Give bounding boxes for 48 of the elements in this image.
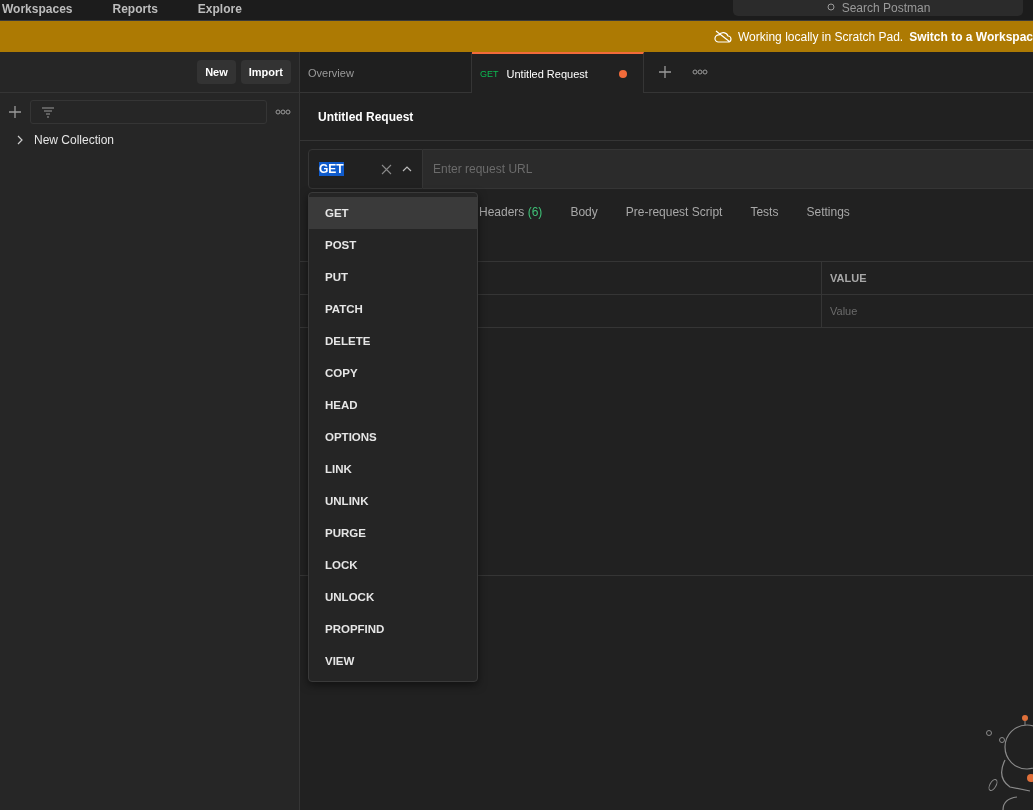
menu-item[interactable]: PROPFIND	[309, 613, 477, 645]
header-button[interactable]: New	[197, 60, 236, 84]
cloud-off-icon	[714, 30, 732, 43]
count-label: (6)	[527, 205, 543, 219]
section-tab[interactable]: Tests	[750, 205, 779, 237]
filter-icon	[41, 106, 55, 118]
request-title: Untitled Request	[318, 109, 414, 124]
method-select[interactable]: GET	[308, 149, 423, 189]
menu-item[interactable]: GET	[309, 197, 477, 229]
menu-item[interactable]: POST	[309, 229, 477, 261]
section-tab[interactable]: Pre-request Script	[625, 205, 723, 237]
section-tab[interactable]: Body	[570, 205, 598, 237]
add-icon[interactable]	[658, 65, 672, 79]
menu-item[interactable]: HEAD	[309, 389, 477, 421]
menu-item[interactable]: VIEW	[309, 645, 477, 677]
column-header: VALUE	[830, 272, 867, 284]
menu-item[interactable]: OPTIONS	[309, 421, 477, 453]
url-field[interactable]: Enter request URL	[423, 149, 1033, 189]
method-label: GET	[480, 68, 499, 79]
nav-link[interactable]: Workspaces	[2, 2, 73, 16]
section-tab[interactable]: Settings	[806, 205, 850, 237]
menu-item[interactable]: UNLOCK	[309, 581, 477, 613]
tab-label: Untitled Request	[506, 67, 588, 80]
menu-item[interactable]: PURGE	[309, 517, 477, 549]
nav-link[interactable]: Explore	[197, 2, 242, 16]
menu-item[interactable]: DELETE	[309, 325, 477, 357]
banner-message: Working locally in Scratch Pad.	[738, 29, 904, 44]
nav-link[interactable]: Reports	[112, 2, 158, 16]
menu-item[interactable]: LOCK	[309, 549, 477, 581]
more-icon[interactable]	[275, 109, 291, 115]
close-icon[interactable]	[381, 163, 392, 175]
request-tab[interactable]: GET Untitled Request	[472, 52, 644, 93]
menu-item[interactable]: PUT	[309, 261, 477, 293]
tab-label: Overview	[308, 67, 354, 79]
filter-field[interactable]	[30, 100, 267, 124]
collection-item[interactable]: New Collection	[0, 131, 299, 149]
search-field[interactable]: Search Postman	[733, 0, 1023, 16]
more-icon[interactable]	[692, 69, 708, 75]
menu-item[interactable]: LINK	[309, 453, 477, 485]
add-icon[interactable]	[8, 105, 22, 119]
section-tab[interactable]: Headers (6)	[479, 205, 543, 237]
menu-item[interactable]: PATCH	[309, 293, 477, 325]
search-icon	[825, 3, 836, 13]
menu-item[interactable]: UNLINK	[309, 485, 477, 517]
menu-item[interactable]: COPY	[309, 357, 477, 389]
header-button[interactable]: Import	[240, 60, 291, 84]
chevron-icon[interactable]	[402, 166, 412, 172]
banner-link[interactable]: Switch to a Workspac	[909, 29, 1033, 44]
